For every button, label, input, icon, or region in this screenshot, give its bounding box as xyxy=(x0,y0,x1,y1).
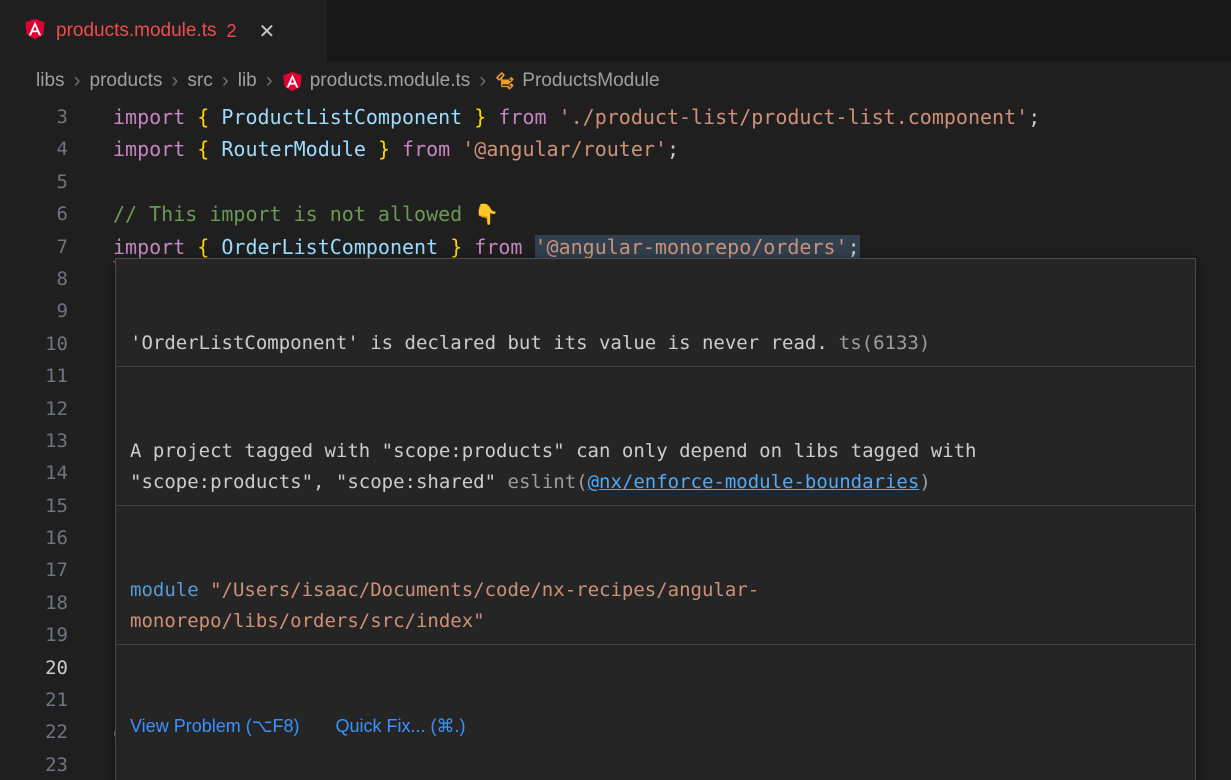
quick-fix-action[interactable]: Quick Fix... (⌘.) xyxy=(335,714,465,738)
eslint-error-line2: "scope:products", "scope:shared" xyxy=(130,471,508,493)
breadcrumb-separator-icon: › xyxy=(222,69,229,93)
line-number: 20 xyxy=(0,652,68,684)
line-number: 17 xyxy=(0,554,68,586)
breadcrumb-label: ProductsModule xyxy=(522,70,659,92)
line-number: 13 xyxy=(0,425,68,457)
angular-icon xyxy=(24,18,46,45)
code-line-4[interactable]: 4 import { RouterModule } from '@angular/… xyxy=(0,133,1231,165)
line-number: 7 xyxy=(0,231,68,263)
line-number: 8 xyxy=(0,263,68,295)
line-number: 9 xyxy=(0,295,68,327)
tab-bar: products.module.ts 2 ✕ xyxy=(0,0,1231,62)
tab-problem-count: 2 xyxy=(227,21,237,42)
line-number: 15 xyxy=(0,490,68,522)
breadcrumb-item-libs[interactable]: libs xyxy=(36,70,65,92)
line-number: 14 xyxy=(0,457,68,489)
hover-popup: 'OrderListComponent' is declared but its… xyxy=(115,258,1196,780)
line-number: 4 xyxy=(0,133,68,165)
code-text: // This import is not allowed 👇 xyxy=(113,198,499,230)
line-number: 23 xyxy=(0,749,68,780)
breadcrumb-separator-icon: › xyxy=(171,69,178,93)
breadcrumb: libs › products › src › lib › products.module.t… xyxy=(0,62,1231,100)
breadcrumb-item-products-module-ts[interactable]: products.module.ts xyxy=(282,70,471,92)
breadcrumb-label: src xyxy=(187,70,212,92)
line-number: 19 xyxy=(0,619,68,651)
line-number: 22 xyxy=(0,716,68,748)
line-number: 18 xyxy=(0,587,68,619)
line-number: 21 xyxy=(0,684,68,716)
ts-error-text: 'OrderListComponent' is declared but its… xyxy=(130,332,828,354)
hover-module-message: module "/Users/isaac/Documents/code/nx-r… xyxy=(116,568,1195,645)
close-icon[interactable]: ✕ xyxy=(259,19,276,44)
eslint-source-open: eslint( xyxy=(508,471,588,493)
class-symbol-icon xyxy=(495,71,515,91)
code-text: import { ProductListComponent } from './… xyxy=(113,101,1040,133)
module-keyword: module xyxy=(130,579,199,601)
line-number: 16 xyxy=(0,522,68,554)
eslint-rule-link[interactable]: @nx/enforce-module-boundaries xyxy=(588,471,920,493)
breadcrumb-item-src[interactable]: src xyxy=(187,70,212,92)
line-number: 6 xyxy=(0,198,68,230)
editor[interactable]: 3 import { ProductListComponent } from '.… xyxy=(0,100,1231,780)
module-path-line1: "/Users/isaac/Documents/code/nx-recipes/… xyxy=(199,579,760,601)
code-line-5[interactable]: 5 xyxy=(0,166,1231,198)
code-line-3[interactable]: 3 import { ProductListComponent } from '.… xyxy=(0,101,1231,133)
hover-eslint-message: A project tagged with "scope:products" c… xyxy=(116,429,1195,506)
line-number: 5 xyxy=(0,166,68,198)
hover-actions: View Problem (⌥F8) Quick Fix... (⌘.) xyxy=(116,707,1195,745)
breadcrumb-item-products[interactable]: products xyxy=(90,70,163,92)
breadcrumb-label: products.module.ts xyxy=(310,70,471,92)
ts-error-code: ts(6133) xyxy=(839,332,931,354)
breadcrumb-separator-icon: › xyxy=(479,69,486,93)
tab-title: products.module.ts xyxy=(56,20,217,42)
line-number: 12 xyxy=(0,393,68,425)
code-text: import { RouterModule } from '@angular/r… xyxy=(113,133,679,165)
breadcrumb-separator-icon: › xyxy=(266,69,273,93)
module-path-line2: monorepo/libs/orders/src/index" xyxy=(130,610,485,632)
breadcrumb-label: products xyxy=(90,70,163,92)
view-problem-action[interactable]: View Problem (⌥F8) xyxy=(130,714,299,738)
breadcrumb-label: libs xyxy=(36,70,65,92)
angular-icon xyxy=(282,71,303,92)
eslint-source-close: ) xyxy=(919,471,930,493)
breadcrumb-item-productsmodule[interactable]: ProductsModule xyxy=(495,70,659,92)
eslint-error-line1: A project tagged with "scope:products" c… xyxy=(130,440,976,462)
tab-products-module[interactable]: products.module.ts 2 ✕ xyxy=(0,0,326,62)
line-number: 3 xyxy=(0,101,68,133)
breadcrumb-label: lib xyxy=(238,70,257,92)
line-number: 11 xyxy=(0,360,68,392)
code-line-6[interactable]: 6 // This import is not allowed 👇 xyxy=(0,198,1231,230)
breadcrumb-separator-icon: › xyxy=(74,69,81,93)
breadcrumb-item-lib[interactable]: lib xyxy=(238,70,257,92)
hover-ts-message: 'OrderListComponent' is declared but its… xyxy=(116,321,1195,367)
line-number: 10 xyxy=(0,328,68,360)
